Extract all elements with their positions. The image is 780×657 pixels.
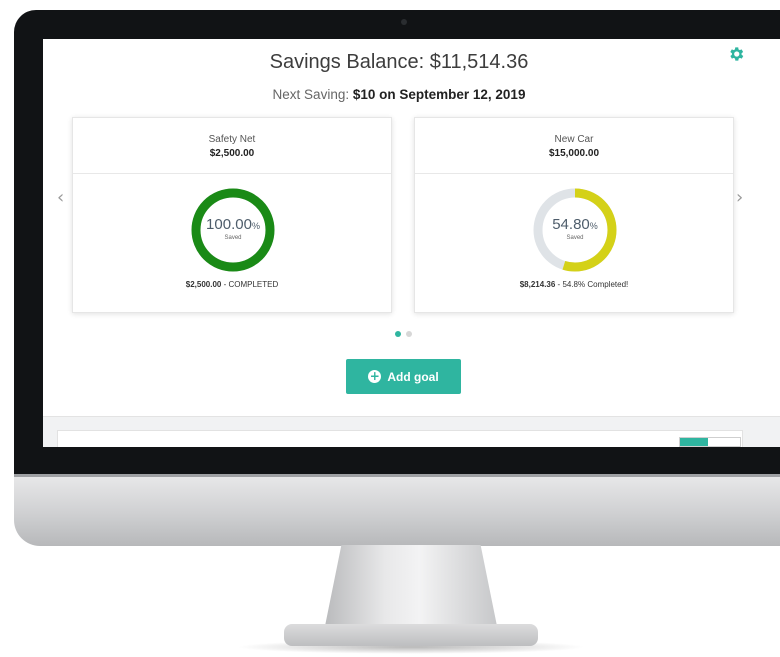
goal-saved-amount: $2,500.00 <box>185 280 222 289</box>
add-goal-button[interactable]: + Add goal <box>346 359 461 394</box>
goal-status-text: - 54.8% Completed! <box>555 280 629 289</box>
lower-section <box>43 416 780 447</box>
goal-card-new-car[interactable]: New Car $15,000.00 54.80% Saved $8,214.3… <box>414 117 734 313</box>
goal-status-text: - COMPLETED <box>221 280 279 289</box>
view-toggle-active[interactable] <box>680 438 708 446</box>
savings-balance-title: Savings Balance: $11,514.36 <box>269 51 529 73</box>
next-saving-line: Next Saving: $10 on September 12, 2019 <box>43 87 755 102</box>
monitor-stand-base <box>284 624 538 646</box>
goal-target-amount: $2,500.00 <box>209 148 255 159</box>
percent-saved: 100.00% <box>206 216 260 233</box>
goal-name: Safety Net <box>208 134 256 145</box>
goal-target-amount: $15,000.00 <box>548 148 600 159</box>
monitor-chin-edge <box>14 474 780 477</box>
goal-card-header: Safety Net $2,500.00 <box>73 118 391 174</box>
goal-status: $2,500.00 - COMPLETED <box>73 280 391 289</box>
carousel-dot[interactable] <box>406 331 412 337</box>
ring-label: 54.80% Saved <box>531 216 619 241</box>
goal-card-header: New Car $15,000.00 <box>415 118 733 174</box>
view-toggle[interactable] <box>679 437 741 447</box>
goal-progress-ring: 54.80% Saved <box>531 186 619 274</box>
percent-saved: 54.80% <box>552 216 598 233</box>
goal-status: $8,214.36 - 54.8% Completed! <box>415 280 733 289</box>
saved-label: Saved <box>566 235 584 241</box>
monitor-chin <box>14 474 780 546</box>
chevron-left-icon[interactable]: ‹ <box>57 187 64 208</box>
next-saving-value: $10 on September 12, 2019 <box>352 87 526 102</box>
goal-saved-amount: $8,214.36 <box>519 280 556 289</box>
goal-name: New Car <box>554 134 594 145</box>
chevron-right-icon[interactable]: › <box>736 187 743 208</box>
goal-progress-ring: 100.00% Saved <box>189 186 277 274</box>
add-goal-label: Add goal <box>387 369 439 384</box>
app-screen: Savings Balance: $11,514.36 Next Saving:… <box>43 39 780 447</box>
plus-circle-icon: + <box>368 369 382 383</box>
monitor-stand-neck <box>324 545 498 631</box>
camera-dot <box>401 19 407 25</box>
saved-label: Saved <box>224 235 242 241</box>
next-saving-label: Next Saving: <box>272 87 350 102</box>
carousel-pagination <box>395 331 435 339</box>
goal-card-safety-net[interactable]: Safety Net $2,500.00 100.00% Saved $2,50… <box>72 117 392 313</box>
carousel-dot-active[interactable] <box>395 331 401 337</box>
lower-panel <box>57 430 743 447</box>
ring-label: 100.00% Saved <box>189 216 277 241</box>
